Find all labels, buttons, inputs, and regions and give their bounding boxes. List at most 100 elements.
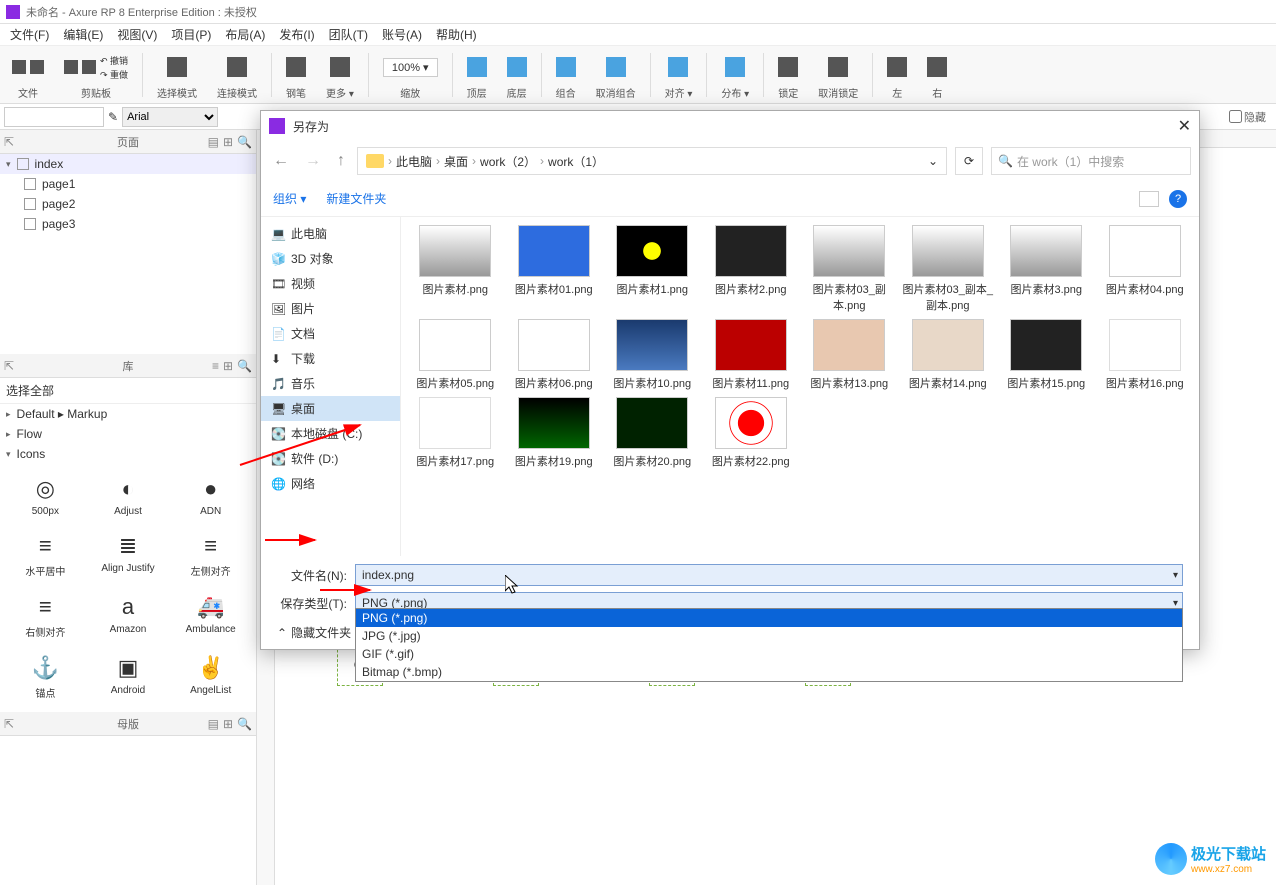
help-icon[interactable]: ? — [1169, 190, 1187, 208]
library-icon-item[interactable]: ●ADN — [171, 470, 250, 523]
style-brush-icon[interactable]: ✎ — [108, 110, 118, 124]
menu-project[interactable]: 项目(P) — [165, 24, 217, 45]
library-icon-item[interactable]: ⚓锚点 — [6, 649, 85, 706]
view-mode-button[interactable] — [1139, 191, 1159, 207]
lib-group-flow[interactable]: ▸Flow — [0, 424, 256, 444]
search-icon[interactable]: 🔍 — [237, 717, 252, 731]
sidebar-item[interactable]: 🧊3D 对象 — [261, 246, 400, 271]
file-item[interactable]: 图片素材14.png — [902, 319, 995, 391]
library-icon-item[interactable]: ≡水平居中 — [6, 527, 85, 584]
right-icon[interactable] — [927, 57, 947, 77]
file-item[interactable]: 图片素材17.png — [409, 397, 502, 469]
library-icon-item[interactable]: aAmazon — [89, 588, 168, 645]
library-icon-item[interactable]: ◐Adjust — [89, 470, 168, 523]
file-item[interactable]: 图片素材10.png — [606, 319, 699, 391]
file-item[interactable]: 图片素材16.png — [1099, 319, 1192, 391]
redo-button[interactable]: ↷ 重做 — [100, 68, 128, 81]
breadcrumb[interactable]: ›此电脑 ›桌面 ›work（2） ›work（1） ⌄ — [357, 147, 947, 175]
back-button[interactable]: ← — [269, 152, 293, 170]
file-item[interactable]: 图片素材03_副本.png — [803, 225, 896, 313]
filetype-option[interactable]: Bitmap (*.bmp) — [356, 663, 1182, 681]
copy-icon[interactable] — [82, 60, 96, 74]
sidebar-item[interactable]: 🎞视频 — [261, 271, 400, 296]
library-icon-item[interactable]: ≡右侧对齐 — [6, 588, 85, 645]
menu-team[interactable]: 团队(T) — [323, 24, 374, 45]
add-folder-icon[interactable]: ⊞ — [223, 135, 233, 149]
sidebar-item[interactable]: 📄文档 — [261, 321, 400, 346]
hidden-checkbox[interactable] — [1229, 110, 1242, 123]
file-item[interactable]: 图片素材01.png — [508, 225, 601, 313]
add-master-icon[interactable]: ▤ — [208, 717, 219, 731]
sidebar-item[interactable]: ⬇下载 — [261, 346, 400, 371]
filename-input[interactable]: index.png▾ — [355, 564, 1183, 586]
undo-button[interactable]: ↶ 撤销 — [100, 54, 128, 67]
open-icon[interactable] — [30, 60, 44, 74]
file-item[interactable]: 图片素材15.png — [1000, 319, 1093, 391]
menu-account[interactable]: 账号(A) — [376, 24, 428, 45]
menu-edit[interactable]: 编辑(E) — [57, 24, 109, 45]
library-icon-item[interactable]: ≡左侧对齐 — [171, 527, 250, 584]
file-item[interactable]: 图片素材19.png — [508, 397, 601, 469]
panel-collapse-icon[interactable]: ⇱ — [4, 135, 14, 149]
sidebar-item[interactable]: 💻此电脑 — [261, 221, 400, 246]
sidebar-item[interactable]: 🖥桌面 — [261, 396, 400, 421]
sidebar-item[interactable]: 🖼图片 — [261, 296, 400, 321]
menu-help[interactable]: 帮助(H) — [430, 24, 483, 45]
library-icon-item[interactable]: ◎500px — [6, 470, 85, 523]
file-item[interactable]: 图片素材06.png — [508, 319, 601, 391]
library-filter[interactable]: 选择全部 — [0, 378, 256, 404]
add-folder-icon[interactable]: ⊞ — [223, 717, 233, 731]
file-item[interactable]: 图片素材1.png — [606, 225, 699, 313]
file-item[interactable]: 图片素材11.png — [705, 319, 798, 391]
menu-layout[interactable]: 布局(A) — [219, 24, 271, 45]
forward-button[interactable]: → — [301, 152, 325, 170]
menu-publish[interactable]: 发布(I) — [273, 24, 320, 45]
font-select[interactable]: Arial — [122, 107, 218, 127]
library-icon-item[interactable]: ▣Android — [89, 649, 168, 706]
page-item-page1[interactable]: page1 — [0, 174, 256, 194]
library-icon-item[interactable]: ✌AngelList — [171, 649, 250, 706]
page-item-page3[interactable]: page3 — [0, 214, 256, 234]
page-item-index[interactable]: ▾index — [0, 154, 256, 174]
lib-group-icons[interactable]: ▾Icons — [0, 444, 256, 464]
organize-button[interactable]: 组织 ▾ — [273, 190, 306, 207]
menu-file[interactable]: 文件(F) — [4, 24, 55, 45]
filetype-option[interactable]: PNG (*.png) — [356, 609, 1182, 627]
panel-collapse-icon[interactable]: ⇱ — [4, 359, 14, 373]
more-icon[interactable] — [330, 57, 350, 77]
bottom-icon[interactable] — [507, 57, 527, 77]
distribute-icon[interactable] — [725, 57, 745, 77]
add-lib-icon[interactable]: ⊞ — [223, 359, 233, 373]
file-item[interactable]: 图片素材20.png — [606, 397, 699, 469]
sidebar-item[interactable]: 🎵音乐 — [261, 371, 400, 396]
connect-mode-icon[interactable] — [227, 57, 247, 77]
file-item[interactable]: 图片素材.png — [409, 225, 502, 313]
panel-collapse-icon[interactable]: ⇱ — [4, 717, 14, 731]
file-item[interactable]: 图片素材13.png — [803, 319, 896, 391]
add-page-icon[interactable]: ▤ — [208, 135, 219, 149]
cut-icon[interactable] — [64, 60, 78, 74]
file-item[interactable]: 图片素材3.png — [1000, 225, 1093, 313]
library-icon-item[interactable]: 🚑Ambulance — [171, 588, 250, 645]
top-icon[interactable] — [467, 57, 487, 77]
new-folder-button[interactable]: 新建文件夹 — [326, 190, 386, 207]
left-icon[interactable] — [887, 57, 907, 77]
refresh-button[interactable]: ⟳ — [955, 147, 983, 175]
search-icon[interactable]: 🔍 — [237, 359, 252, 373]
ungroup-icon[interactable] — [606, 57, 626, 77]
pen-icon[interactable] — [286, 57, 306, 77]
new-icon[interactable] — [12, 60, 26, 74]
file-item[interactable]: 图片素材05.png — [409, 319, 502, 391]
search-icon[interactable]: 🔍 — [237, 135, 252, 149]
search-input[interactable]: 🔍在 work（1）中搜索 — [991, 147, 1191, 175]
lib-group-markup[interactable]: ▸Default ▸ Markup — [0, 404, 256, 424]
filetype-option[interactable]: GIF (*.gif) — [356, 645, 1182, 663]
unlock-icon[interactable] — [828, 57, 848, 77]
lib-menu-icon[interactable]: ≡ — [212, 359, 219, 373]
library-icon-item[interactable]: ≣Align Justify — [89, 527, 168, 584]
group-icon[interactable] — [556, 57, 576, 77]
up-button[interactable]: ↑ — [333, 152, 349, 170]
close-button[interactable]: ✕ — [1178, 116, 1191, 136]
file-item[interactable]: 图片素材2.png — [705, 225, 798, 313]
filetype-option[interactable]: JPG (*.jpg) — [356, 627, 1182, 645]
